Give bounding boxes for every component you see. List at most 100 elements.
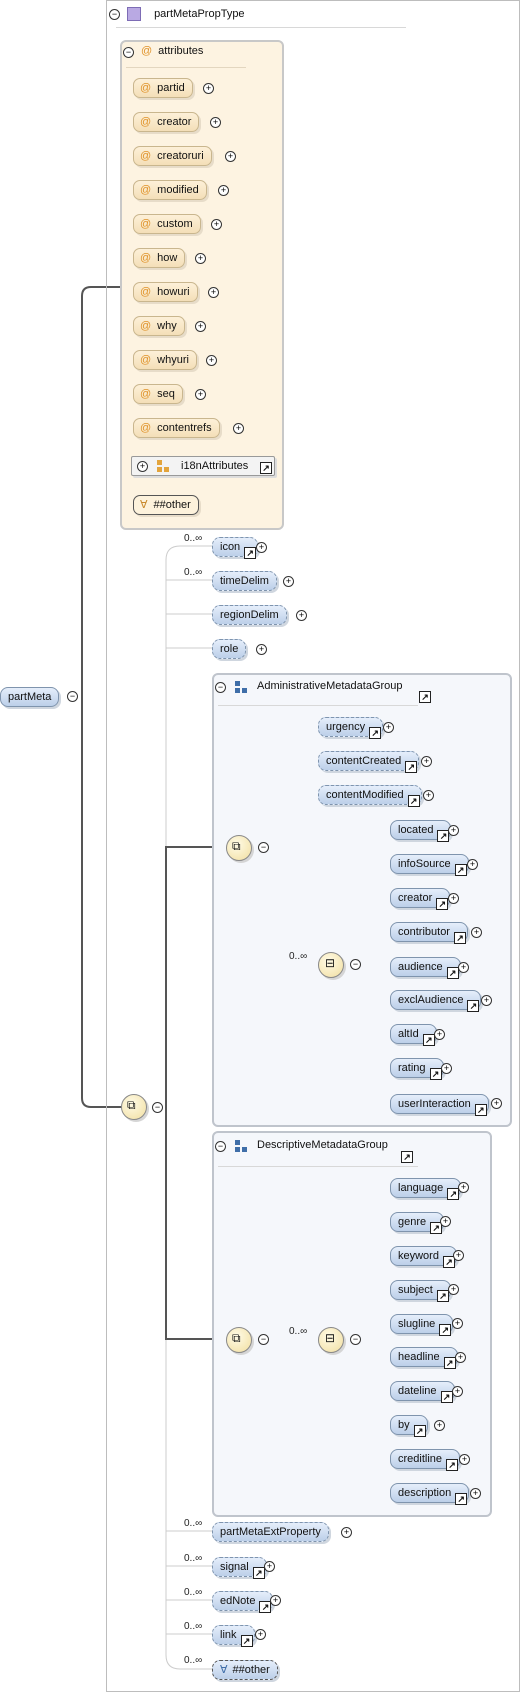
root-element[interactable]: partMeta	[0, 687, 60, 707]
sequence-compositor-icon[interactable]: ⧉	[121, 1094, 147, 1120]
expand-subject-button[interactable]: +	[448, 1284, 459, 1295]
expand-contentModified-button[interactable]: +	[423, 790, 434, 801]
expand-exclAudience-button[interactable]: +	[481, 995, 492, 1006]
element-contentModified[interactable]: contentModified ↗	[318, 785, 422, 807]
expand-urgency-button[interactable]: +	[383, 722, 394, 733]
collapse-attributes-button[interactable]: −	[123, 47, 134, 58]
expand-contributor-button[interactable]: +	[471, 927, 482, 938]
expand-by-button[interactable]: +	[434, 1420, 445, 1431]
collapse-admin-group-button[interactable]: −	[215, 682, 226, 693]
expand-custom-button[interactable]: +	[211, 219, 222, 230]
expand-contentrefs-button[interactable]: +	[233, 423, 244, 434]
element-subject[interactable]: subject ↗	[390, 1280, 451, 1302]
element-link[interactable]: link ↗	[212, 1625, 255, 1647]
collapse-admin-choice-button[interactable]: −	[350, 959, 361, 970]
expand-infoSource-button[interactable]: +	[467, 859, 478, 870]
expand-creditline-button[interactable]: +	[459, 1454, 470, 1465]
collapse-desc-group-button[interactable]: −	[215, 1141, 226, 1152]
element-description[interactable]: description ↗	[390, 1483, 470, 1505]
element-headline[interactable]: headline ↗	[390, 1347, 458, 1369]
i18n-attribute-group[interactable]: + i18nAttributes ↗	[131, 456, 275, 476]
element-rating[interactable]: rating ↗	[390, 1058, 444, 1080]
expand-contentCreated-button[interactable]: +	[421, 756, 432, 767]
expand-rating-button[interactable]: +	[441, 1063, 452, 1074]
expand-genre-button[interactable]: +	[440, 1216, 451, 1227]
element-partMetaExtProperty[interactable]: partMetaExtProperty	[212, 1522, 329, 1542]
expand-how-button[interactable]: +	[195, 253, 206, 264]
expand-creator-button[interactable]: +	[210, 117, 221, 128]
element-slugline[interactable]: slugline ↗	[390, 1314, 454, 1336]
collapse-root-button[interactable]: −	[67, 691, 78, 702]
attribute-modified[interactable]: @ modified	[133, 180, 207, 200]
attribute-how[interactable]: @ how	[133, 248, 186, 268]
expand-whyuri-button[interactable]: +	[206, 355, 217, 366]
element-icon[interactable]: icon ↗	[212, 537, 259, 559]
element-keyword[interactable]: keyword ↗	[390, 1246, 457, 1268]
element-by[interactable]: by ↗	[390, 1415, 428, 1437]
element-urgency[interactable]: urgency ↗	[318, 717, 384, 739]
attribute-custom[interactable]: @ custom	[133, 214, 201, 234]
expand-link-button[interactable]: +	[255, 1629, 266, 1640]
expand-role-button[interactable]: +	[256, 644, 267, 655]
element-located[interactable]: located ↗	[390, 820, 452, 842]
element-contentCreated[interactable]: contentCreated ↗	[318, 751, 420, 773]
element-edNote[interactable]: edNote ↗	[212, 1591, 274, 1613]
attribute-seq[interactable]: @ seq	[133, 384, 183, 404]
element-dateline[interactable]: dateline ↗	[390, 1381, 455, 1403]
element-regionDelim[interactable]: regionDelim	[212, 605, 287, 625]
any-element[interactable]: ∀ ##other	[212, 1660, 278, 1680]
element-language[interactable]: language ↗	[390, 1178, 462, 1200]
expand-icon-button[interactable]: +	[256, 542, 267, 553]
element-role[interactable]: role	[212, 639, 247, 659]
expand-regionDelim-button[interactable]: +	[296, 610, 307, 621]
element-genre[interactable]: genre ↗	[390, 1212, 445, 1234]
expand-howuri-button[interactable]: +	[208, 287, 219, 298]
expand-modified-button[interactable]: +	[218, 185, 229, 196]
attribute-partid[interactable]: @ partid	[133, 78, 193, 98]
element-timeDelim[interactable]: timeDelim	[212, 571, 277, 591]
attribute-why[interactable]: @ why	[133, 316, 185, 336]
expand-edNote-button[interactable]: +	[270, 1595, 281, 1606]
attribute-howuri[interactable]: @ howuri	[133, 282, 198, 302]
sequence-compositor-icon[interactable]: ⧉	[226, 835, 252, 861]
attribute-creatoruri[interactable]: @ creatoruri	[133, 146, 212, 166]
expand-language-button[interactable]: +	[458, 1182, 469, 1193]
choice-compositor-icon[interactable]: ⊟	[318, 952, 344, 978]
any-attribute[interactable]: ∀ ##other	[133, 495, 199, 515]
element-altId[interactable]: altId ↗	[390, 1024, 437, 1046]
expand-description-button[interactable]: +	[470, 1488, 481, 1499]
attribute-creator[interactable]: @ creator	[133, 112, 200, 132]
element-audience[interactable]: audience ↗	[390, 957, 461, 979]
expand-i18n-button[interactable]: +	[137, 461, 148, 472]
element-contributor[interactable]: contributor ↗	[390, 922, 468, 944]
expand-creatoruri-button[interactable]: +	[225, 151, 236, 162]
element-exclAudience[interactable]: exclAudience ↗	[390, 990, 482, 1012]
expand-partid-button[interactable]: +	[203, 83, 214, 94]
expand-keyword-button[interactable]: +	[453, 1250, 464, 1261]
expand-why-button[interactable]: +	[195, 321, 206, 332]
element-creditline[interactable]: creditline ↗	[390, 1449, 461, 1471]
choice-compositor-icon[interactable]: ⊟	[318, 1327, 344, 1353]
collapse-desc-sequence-button[interactable]: −	[258, 1334, 269, 1345]
expand-partMetaExtProperty-button[interactable]: +	[341, 1527, 352, 1538]
expand-signal-button[interactable]: +	[264, 1561, 275, 1572]
element-creator[interactable]: creator ↗	[390, 888, 451, 910]
sequence-compositor-icon[interactable]: ⧉	[226, 1327, 252, 1353]
expand-altId-button[interactable]: +	[434, 1029, 445, 1040]
expand-userInteraction-button[interactable]: +	[491, 1098, 502, 1109]
expand-located-button[interactable]: +	[448, 825, 459, 836]
element-signal[interactable]: signal ↗	[212, 1557, 267, 1579]
collapse-admin-sequence-button[interactable]: −	[258, 842, 269, 853]
attribute-whyuri[interactable]: @ whyuri	[133, 350, 197, 370]
collapse-desc-choice-button[interactable]: −	[350, 1334, 361, 1345]
attribute-contentrefs[interactable]: @ contentrefs	[133, 418, 220, 438]
expand-seq-button[interactable]: +	[195, 389, 206, 400]
expand-audience-button[interactable]: +	[458, 962, 469, 973]
element-userInteraction[interactable]: userInteraction ↗	[390, 1094, 489, 1116]
expand-headline-button[interactable]: +	[455, 1352, 466, 1363]
expand-dateline-button[interactable]: +	[452, 1386, 463, 1397]
collapse-type-button[interactable]: −	[109, 9, 120, 20]
expand-slugline-button[interactable]: +	[452, 1318, 463, 1329]
collapse-sequence-button[interactable]: −	[152, 1102, 163, 1113]
expand-creator-element-button[interactable]: +	[448, 893, 459, 904]
